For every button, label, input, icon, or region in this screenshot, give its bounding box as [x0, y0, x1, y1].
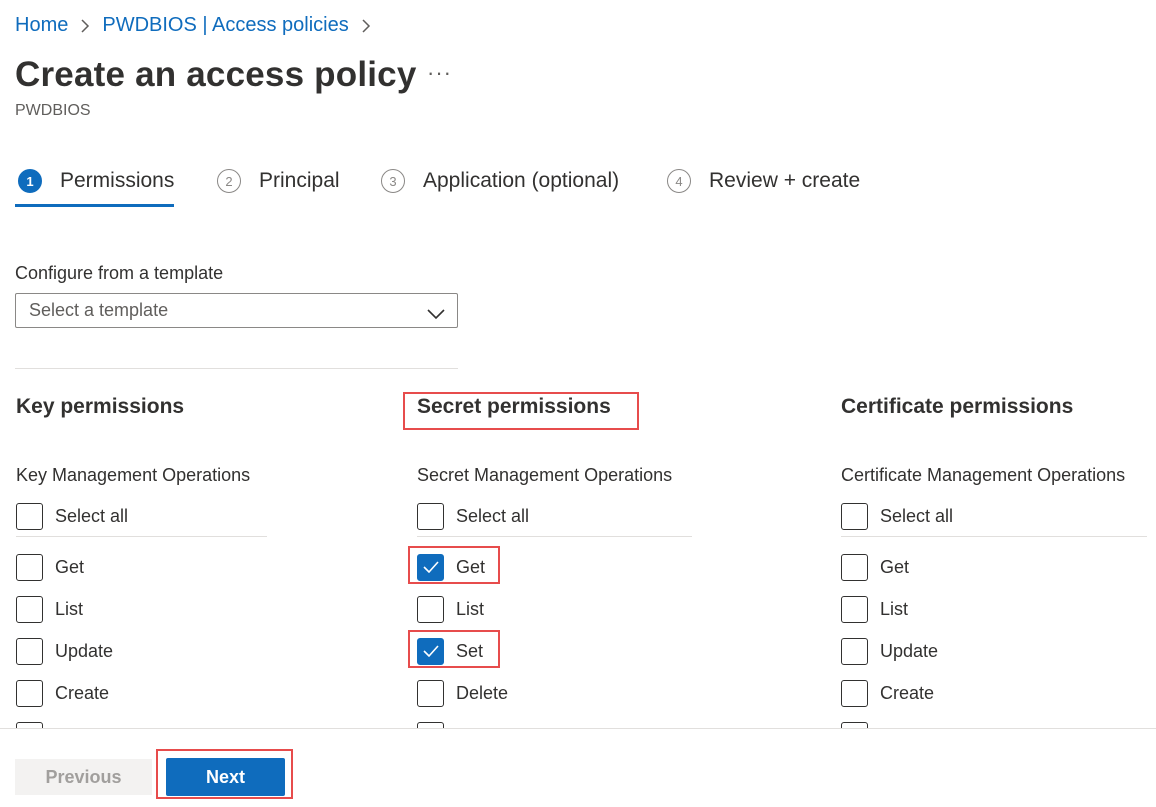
checkbox-box: [417, 595, 444, 623]
checkbox-label: Delete: [456, 682, 509, 703]
checkbox-label: Set: [456, 640, 484, 661]
secret-select-all-checkbox[interactable]: Select all: [417, 502, 529, 530]
checkbox-box: [841, 637, 868, 665]
key-permissions-column: Key permissions Key Management Operation…: [16, 395, 276, 749]
checkbox-label: List: [880, 598, 909, 619]
chevron-right-icon: [80, 18, 90, 33]
checkbox-box: [16, 553, 43, 581]
step-number-1: 1: [18, 169, 42, 193]
checkbox-box: [16, 637, 43, 665]
step-label: Application (optional): [423, 169, 620, 192]
secret-set-checkbox[interactable]: Set: [417, 637, 483, 665]
key-update-checkbox[interactable]: Update: [16, 637, 113, 665]
certificate-select-all-checkbox[interactable]: Select all: [841, 502, 953, 530]
key-permissions-heading: Key permissions: [16, 395, 185, 418]
breadcrumb-home[interactable]: Home: [15, 14, 68, 37]
checkbox-label: Create: [55, 682, 110, 703]
checkbox-box: [841, 679, 868, 707]
template-placeholder: Select a template: [29, 300, 169, 320]
key-create-checkbox[interactable]: Create: [16, 679, 109, 707]
template-dropdown[interactable]: Select a template: [15, 293, 458, 328]
step-principal[interactable]: 2 Principal: [214, 165, 340, 197]
step-review-create[interactable]: 4 Review + create: [664, 165, 860, 197]
checkbox-box-checked: [417, 553, 444, 581]
checkbox-box: [16, 502, 43, 530]
key-select-all-checkbox[interactable]: Select all: [16, 502, 128, 530]
checkbox-label: Get: [55, 556, 85, 577]
checkbox-label: Create: [880, 682, 935, 703]
page-title: Create an access policy: [15, 55, 417, 94]
active-step-underline: [15, 204, 174, 207]
secret-permissions-heading: Secret permissions: [417, 395, 611, 418]
previous-button: Previous: [15, 759, 152, 795]
checkbox-label: List: [55, 598, 84, 619]
step-permissions[interactable]: 1 Permissions: [15, 165, 174, 197]
step-label: Permissions: [60, 169, 175, 192]
next-button[interactable]: Next: [166, 758, 285, 796]
step-application[interactable]: 3 Application (optional): [378, 165, 619, 197]
checkbox-label: Update: [880, 640, 939, 661]
checkbox-box-checked: [417, 637, 444, 665]
key-ops-label: Key Management Operations: [16, 465, 251, 485]
checkbox-box: [16, 595, 43, 623]
secret-get-checkbox[interactable]: Get: [417, 553, 485, 581]
certificate-permissions-column: Certificate permissions Certificate Mana…: [841, 395, 1156, 749]
secret-delete-checkbox[interactable]: Delete: [417, 679, 508, 707]
checkmark-icon: [422, 645, 439, 657]
step-label: Review + create: [709, 169, 861, 192]
checkbox-label: Get: [880, 556, 910, 577]
secret-ops-label: Secret Management Operations: [417, 465, 673, 485]
footer-bar: Previous Next: [0, 728, 1156, 807]
breadcrumb: Home PWDBIOS | Access policies: [15, 14, 383, 37]
checkbox-box: [417, 502, 444, 530]
step-number-3: 3: [381, 169, 405, 193]
certificate-permissions-heading: Certificate permissions: [841, 395, 1074, 418]
select-all-divider: [417, 536, 692, 537]
checkbox-box: [16, 679, 43, 707]
checkbox-box: [841, 595, 868, 623]
checkbox-box: [841, 553, 868, 581]
chevron-right-icon: [361, 18, 371, 33]
checkbox-box: [417, 679, 444, 707]
step-number-4: 4: [667, 169, 691, 193]
certificate-update-checkbox[interactable]: Update: [841, 637, 938, 665]
template-label: Configure from a template: [15, 263, 224, 283]
section-divider: [15, 368, 458, 369]
checkbox-label: Update: [55, 640, 114, 661]
chevron-down-icon: [427, 304, 445, 325]
checkbox-box: [841, 502, 868, 530]
breadcrumb-access-policies[interactable]: PWDBIOS | Access policies: [102, 14, 348, 37]
certificate-create-checkbox[interactable]: Create: [841, 679, 934, 707]
secret-permissions-column: Secret permissions Secret Management Ope…: [417, 395, 707, 749]
checkbox-label: Get: [456, 556, 486, 577]
checkmark-icon: [422, 561, 439, 573]
secret-list-checkbox[interactable]: List: [417, 595, 484, 623]
certificate-get-checkbox[interactable]: Get: [841, 553, 909, 581]
certificate-list-checkbox[interactable]: List: [841, 595, 908, 623]
checkbox-label: Select all: [880, 505, 954, 526]
certificate-ops-label: Certificate Management Operations: [841, 465, 1126, 485]
step-label: Principal: [259, 169, 340, 192]
checkbox-label: Select all: [55, 505, 129, 526]
more-options-icon[interactable]: ···: [427, 60, 452, 86]
checkbox-label: Select all: [456, 505, 530, 526]
step-number-2: 2: [217, 169, 241, 193]
select-all-divider: [841, 536, 1147, 537]
key-get-checkbox[interactable]: Get: [16, 553, 84, 581]
select-all-divider: [16, 536, 267, 537]
key-list-checkbox[interactable]: List: [16, 595, 83, 623]
page-subtitle: PWDBIOS: [15, 102, 91, 119]
checkbox-label: List: [456, 598, 485, 619]
wizard-steps: 1 Permissions 2 Principal 3 Application …: [15, 165, 915, 208]
